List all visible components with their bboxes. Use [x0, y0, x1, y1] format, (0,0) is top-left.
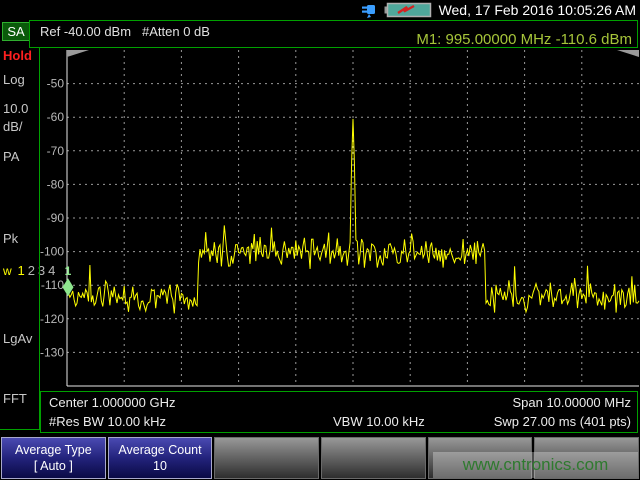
- trace-write-mode-label: w: [3, 264, 12, 278]
- scale-type-label: Log: [3, 72, 25, 87]
- softkey-3[interactable]: [214, 437, 319, 479]
- y-axis-label: -80: [47, 177, 65, 191]
- scale-unit-label: dB/: [3, 119, 23, 134]
- y-axis-label: -50: [47, 77, 65, 91]
- detector-label: Pk: [3, 231, 18, 246]
- status-bar: Wed, 17 Feb 2016 10:05:26 AM: [0, 0, 640, 20]
- y-axis-label: -90: [47, 211, 65, 225]
- span-label: Span 10.00000 MHz: [512, 395, 631, 410]
- sweep-time-label: Swp 27.00 ms (401 pts): [494, 414, 631, 429]
- marker-number-label: 1: [65, 264, 72, 278]
- trace-2-digit: 2: [28, 263, 38, 278]
- y-axis-label: -130: [40, 345, 64, 359]
- y-axis-label: -110: [41, 278, 64, 292]
- spectrum-analyzer-screen: Wed, 17 Feb 2016 10:05:26 AM SA Hold Log…: [0, 0, 640, 480]
- softkey-average-type[interactable]: Average Type [ Auto ]: [1, 437, 106, 479]
- softkey-label: Average Count: [118, 442, 201, 458]
- bottom-annotation-box: Center 1.000000 GHz Span 10.00000 MHz #R…: [40, 391, 638, 433]
- watermark-text: www.cntronics.com: [433, 452, 638, 478]
- scale-value-label: 10.0: [3, 101, 28, 116]
- fft-mode-label: FFT: [3, 391, 27, 406]
- top-annotation-box: Ref -40.00 dBm #Atten 0 dB M1: 995.00000…: [29, 20, 638, 48]
- video-bw-label: VBW 10.00 kHz: [333, 414, 425, 429]
- softkey-label: Average Type: [15, 442, 92, 458]
- softkey-4[interactable]: [321, 437, 426, 479]
- sidebar-bottom-line: [0, 429, 40, 430]
- softkey-value: 10: [153, 458, 167, 474]
- marker-readout: M1: 995.00000 MHz -110.6 dBm: [416, 31, 632, 48]
- softkey-average-count[interactable]: Average Count 10: [108, 437, 213, 479]
- datetime-text: Wed, 17 Feb 2016 10:05:26 AM: [439, 2, 636, 18]
- sweep-state-hold: Hold: [3, 48, 32, 63]
- y-axis-label: -100: [40, 245, 64, 259]
- plot-corner-handle-left: [67, 50, 89, 57]
- usb-plug-icon: [360, 3, 377, 18]
- plot-corner-handle-right: [617, 50, 639, 57]
- ref-level-label: Ref -40.00 dBm: [40, 24, 131, 39]
- res-bw-label: #Res BW 10.00 kHz: [49, 414, 166, 429]
- attenuation-label: #Atten 0 dB: [142, 24, 210, 39]
- preamp-label: PA: [3, 149, 19, 164]
- spectrum-plot: -50 -60 -70 -80 -90 -100 -110 -120 -130 1: [40, 48, 640, 391]
- battery-charging-icon: [384, 2, 432, 18]
- average-type-label: LgAv: [3, 331, 32, 346]
- mode-badge-sa: SA: [2, 22, 30, 41]
- y-axis-label: -70: [47, 144, 65, 158]
- softkey-value: [ Auto ]: [34, 458, 73, 474]
- trace-1-digit: 1: [17, 263, 27, 278]
- y-axis-label: -120: [40, 312, 64, 326]
- center-freq-label: Center 1.000000 GHz: [49, 395, 175, 410]
- y-axis-label: -60: [47, 110, 65, 124]
